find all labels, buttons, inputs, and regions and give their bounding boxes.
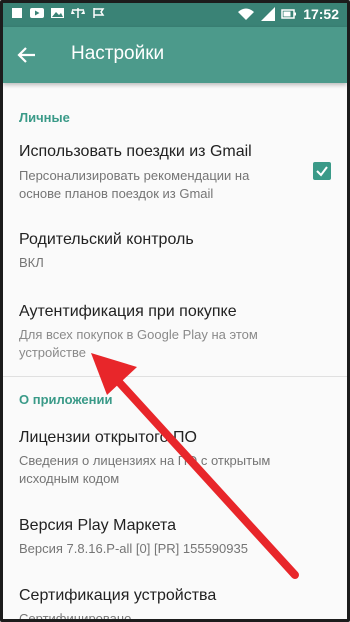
check-icon <box>316 166 328 177</box>
setting-subtitle: Для всех покупок в Google Play на этом у… <box>19 327 258 360</box>
setting-row-play-version[interactable]: Версия Play Маркета Версия 7.8.16.P-all … <box>3 507 347 567</box>
status-bar: 17:52 <box>3 3 347 27</box>
setting-title: Использовать поездки из Gmail <box>19 143 252 160</box>
setting-title: Версия Play Маркета <box>19 517 176 534</box>
setting-subtitle: Сведения о лицензиях на ПО с открытым ис… <box>19 453 271 486</box>
signal-icon <box>261 7 276 21</box>
setting-subtitle: Сертифицировано <box>19 611 132 622</box>
system-icons: 17:52 <box>237 6 339 22</box>
setting-row-parental-control[interactable]: Родительский контроль ВКЛ <box>3 221 347 281</box>
clock: 17:52 <box>303 6 339 22</box>
section-header-about: О приложении <box>19 392 113 407</box>
image-icon <box>51 8 64 18</box>
setting-subtitle: Персонализировать рекомендации на основе… <box>19 168 250 201</box>
check-flag-icon <box>93 8 105 18</box>
setting-title: Сертификация устройства <box>19 587 217 604</box>
battery-icon <box>281 9 297 19</box>
gmail-trips-checkbox[interactable] <box>313 162 331 180</box>
section-divider <box>3 376 347 377</box>
settings-list: Личные Использовать поездки из Gmail Пер… <box>3 83 347 622</box>
scale-icon <box>71 8 85 18</box>
setting-row-purchase-auth[interactable]: Аутентификация при покупке Для всех поку… <box>3 293 347 369</box>
setting-title: Родительский контроль <box>19 231 194 248</box>
app-bar: Настройки <box>3 27 347 83</box>
setting-row-device-cert[interactable]: Сертификация устройства Сертифицировано <box>3 577 347 622</box>
setting-subtitle: Версия 7.8.16.P-all [0] [PR] 155590935 <box>19 541 248 556</box>
setting-title: Лицензии открытого ПО <box>19 429 197 446</box>
setting-row-open-source[interactable]: Лицензии открытого ПО Сведения о лицензи… <box>3 419 347 489</box>
arrow-back-icon <box>17 47 35 63</box>
setting-title: Аутентификация при покупке <box>19 303 237 320</box>
notification-icons <box>11 7 106 19</box>
section-header-personal: Личные <box>19 110 70 125</box>
setting-row-gmail-trips[interactable]: Использовать поездки из Gmail Персонализ… <box>3 133 347 203</box>
back-button[interactable] <box>11 39 43 71</box>
youtube-icon <box>30 8 44 18</box>
phone-screen: 17:52 Настройки Личные Использовать поез… <box>0 0 350 622</box>
square-notification-icon <box>12 8 22 18</box>
page-title: Настройки <box>71 43 165 64</box>
setting-subtitle: ВКЛ <box>19 255 44 270</box>
wifi-icon <box>238 8 255 20</box>
